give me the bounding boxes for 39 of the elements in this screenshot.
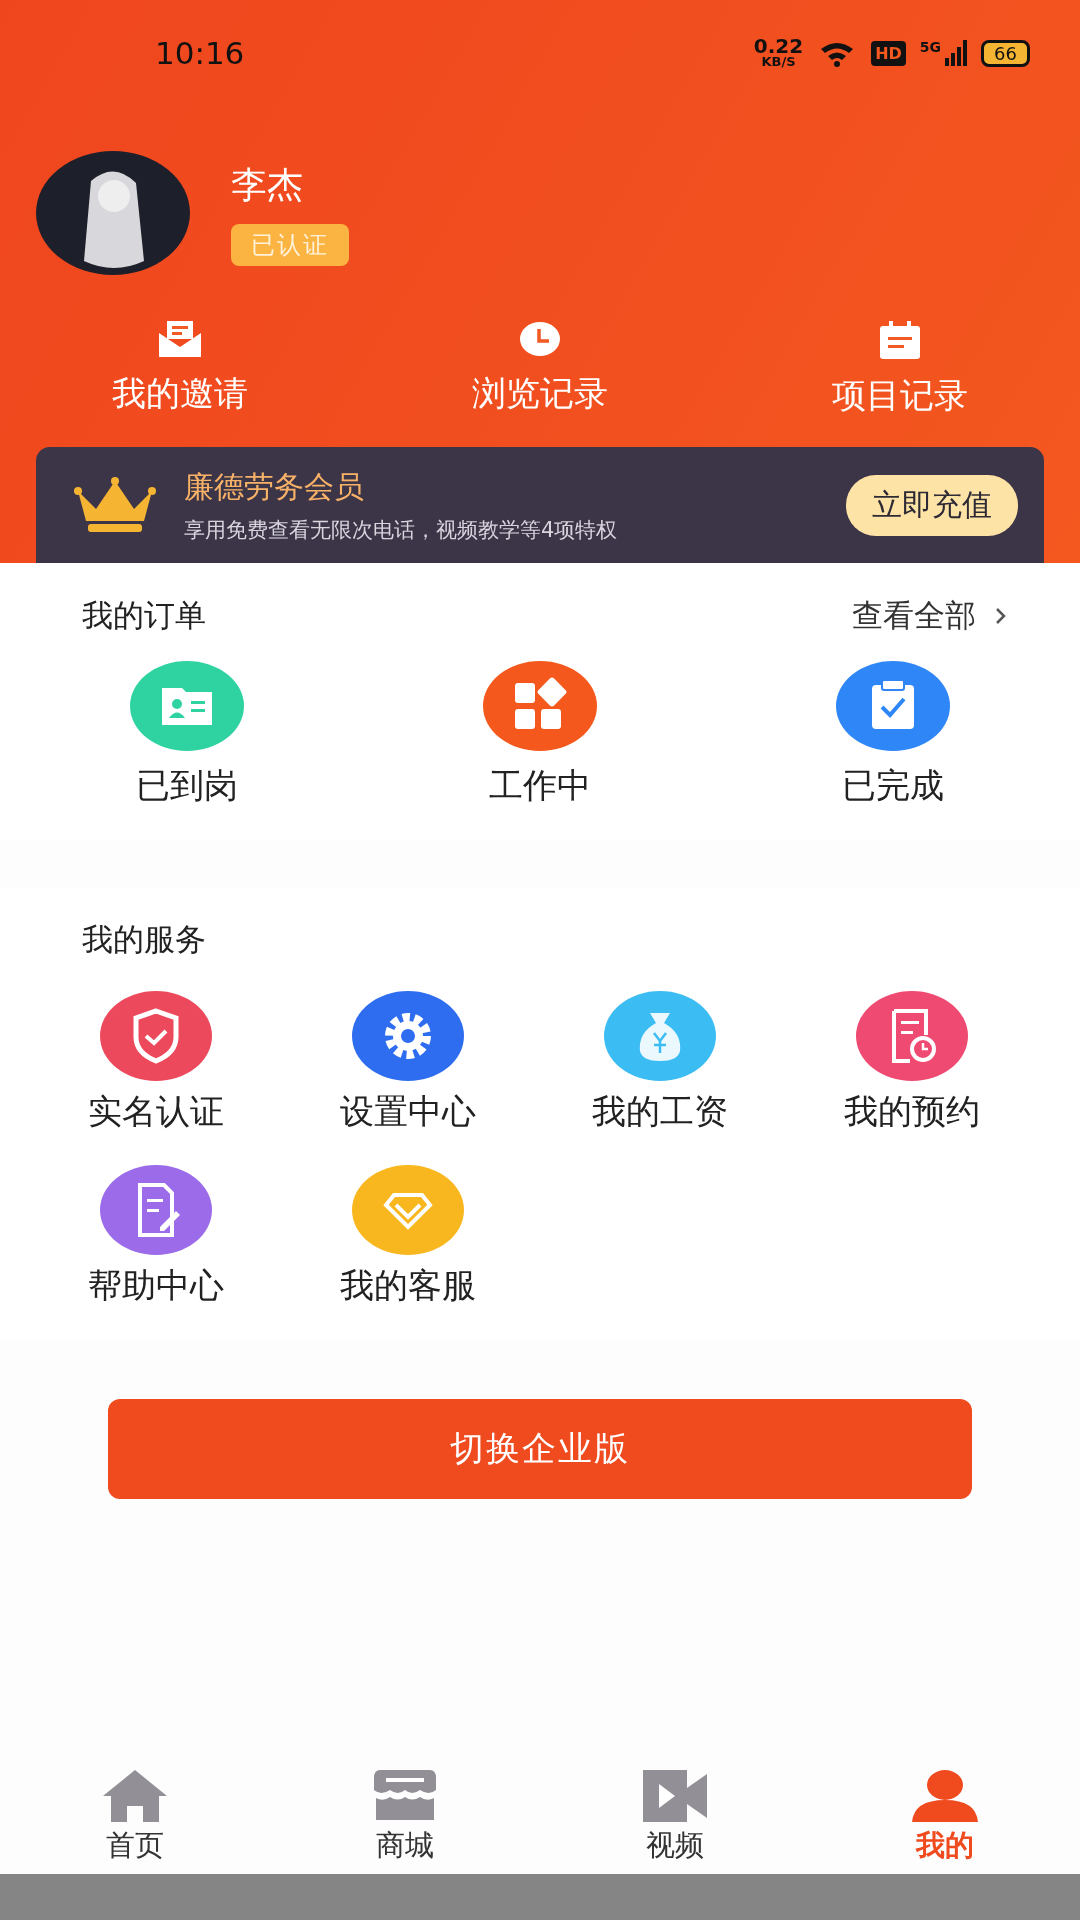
user-name: 李杰 [231, 163, 303, 207]
verified-badge: 已认证 [231, 224, 349, 266]
service-item[interactable]: 帮助中心 [30, 1165, 282, 1309]
section-title: 我的订单 [82, 596, 206, 635]
signal-icon [945, 40, 968, 66]
order-status-item[interactable]: 工作中 [363, 661, 717, 809]
network-speed: 0.22 KB/S [753, 37, 804, 69]
envelope-icon [159, 321, 201, 357]
network-type: 5G [919, 39, 942, 56]
nav-tab[interactable]: 首页 [0, 1770, 270, 1866]
switch-enterprise-button[interactable]: 切换企业版 [108, 1399, 972, 1499]
hd-badge: HD [871, 40, 906, 66]
nav-tab[interactable]: 商城 [270, 1770, 540, 1866]
service-item[interactable]: 实名认证 [30, 991, 282, 1135]
membership-description: 享用免费查看无限次电话，视频教学等4项特权 [184, 516, 619, 544]
shortcut-item[interactable]: 我的邀请 [0, 321, 360, 419]
section-title: 我的服务 [81, 920, 207, 959]
video-camera-icon [643, 1770, 707, 1822]
home-icon [103, 1770, 167, 1822]
order-status-item[interactable]: 已完成 [716, 661, 1070, 809]
service-item[interactable]: 我的客服 [282, 1165, 534, 1309]
status-time: 10:16 [155, 35, 245, 71]
service-item[interactable]: 设置中心 [282, 991, 534, 1135]
order-status-item[interactable]: 已到岗 [10, 661, 364, 809]
shortcut-item[interactable]: 浏览记录 [360, 321, 720, 419]
store-icon [374, 1770, 436, 1822]
chevron-right-icon [994, 606, 1008, 626]
nav-tab[interactable]: 视频 [540, 1770, 810, 1866]
service-item[interactable]: 我的工资 [534, 991, 786, 1135]
battery-level: 66 [981, 39, 1030, 67]
membership-title: 廉德劳务会员 [184, 467, 365, 506]
nav-tab[interactable]: 我的 [810, 1770, 1080, 1866]
crown-icon [74, 477, 156, 533]
calendar-icon [880, 321, 920, 359]
service-item[interactable]: 我的预约 [786, 991, 1038, 1135]
recharge-button[interactable]: 立即充值 [846, 474, 1018, 536]
view-all-link[interactable]: 查看全部 [852, 595, 1008, 637]
clock-icon [520, 321, 560, 357]
person-icon [912, 1770, 978, 1822]
